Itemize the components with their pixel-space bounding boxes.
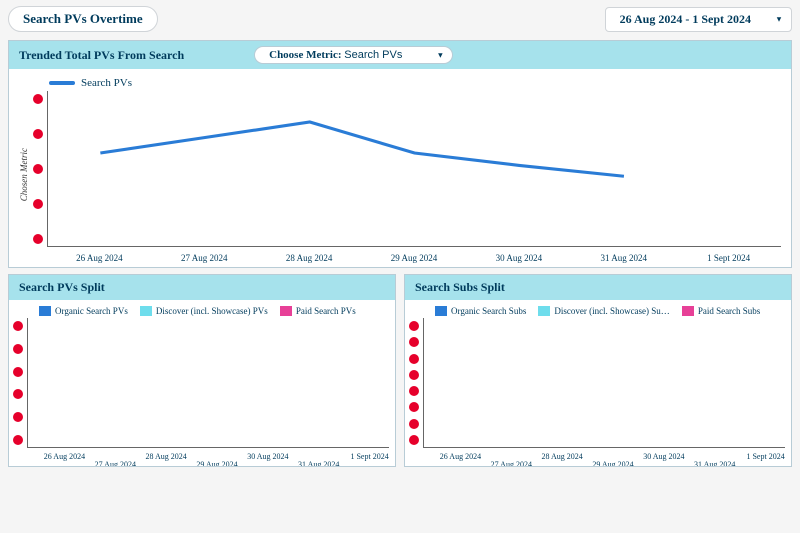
x-tick-label: 1 Sept 2024 [676,253,781,263]
x-tick-label: 1 Sept 2024 [740,452,791,466]
x-tick-label: 28 Aug 2024 [141,452,192,466]
y-tick-dot [13,389,23,399]
y-tick-dot [409,402,419,412]
legend-swatch-blue [49,81,75,85]
legend-label: Discover (incl. Showcase) Su… [554,306,669,316]
stacked-bar-chart [27,318,389,448]
x-axis-ticks: 26 Aug 202427 Aug 202428 Aug 202429 Aug … [47,253,781,263]
legend: Organic Search Subs Discover (incl. Show… [405,300,791,318]
y-axis-ticks [33,91,43,259]
x-tick-label: 30 Aug 2024 [242,452,293,466]
legend-swatch-magenta [280,306,292,316]
y-tick-dot [409,386,419,396]
y-axis-label: Chosen Metric [19,148,29,201]
legend-swatch-cyan [140,306,152,316]
legend: Search PVs [49,77,781,89]
x-tick-label: 1 Sept 2024 [344,452,395,466]
x-tick-label: 31 Aug 2024 [571,253,676,263]
y-axis-ticks [13,318,23,466]
y-tick-dot [33,234,43,244]
panel-title: Search Subs Split [415,280,505,295]
x-tick-label: 30 Aug 2024 [466,253,571,263]
legend-swatch-blue [435,306,447,316]
line-chart [47,91,781,247]
legend-label: Search PVs [81,77,132,89]
y-tick-dot [409,354,419,364]
x-axis-ticks: 26 Aug 202427 Aug 202428 Aug 202429 Aug … [23,452,395,466]
x-tick-label: 26 Aug 2024 [47,253,152,263]
y-tick-dot [13,367,23,377]
x-tick-label: 28 Aug 2024 [257,253,362,263]
panel-search-subs-split: Search Subs Split Organic Search Subs Di… [404,274,792,467]
legend-label: Organic Search PVs [55,306,128,316]
y-tick-dot [409,337,419,347]
stacked-bar-chart [423,318,785,448]
x-tick-label: 30 Aug 2024 [638,452,689,466]
panel-trended-total-pvs: Trended Total PVs From Search Choose Met… [8,40,792,268]
x-tick-label: 31 Aug 2024 [689,460,740,467]
y-tick-dot [33,129,43,139]
x-tick-label: 28 Aug 2024 [537,452,588,466]
y-tick-dot [409,419,419,429]
y-tick-dot [13,344,23,354]
legend-label: Organic Search Subs [451,306,526,316]
x-tick-label: 27 Aug 2024 [152,253,257,263]
legend-swatch-cyan [538,306,550,316]
metric-picker[interactable]: Choose Metric: Search PVs ▾ [254,46,453,64]
x-tick-label: 29 Aug 2024 [588,460,639,467]
metric-picker-label: Choose Metric: [269,49,341,61]
date-range-picker[interactable]: 26 Aug 2024 - 1 Sept 2024 ▾ [605,7,792,32]
chevron-down-icon: ▾ [777,15,781,24]
panel-title: Search PVs Split [19,280,105,295]
x-tick-label: 26 Aug 2024 [435,452,486,466]
legend-label: Paid Search PVs [296,306,356,316]
y-tick-dot [33,164,43,174]
x-tick-label: 26 Aug 2024 [39,452,90,466]
y-tick-dot [409,435,419,445]
panel-search-pvs-split: Search PVs Split Organic Search PVs Disc… [8,274,396,467]
panel-header: Search PVs Split [9,275,395,300]
legend-label: Discover (incl. Showcase) PVs [156,306,268,316]
y-tick-dot [13,321,23,331]
metric-picker-value: Search PVs [344,49,402,61]
x-tick-label: 29 Aug 2024 [362,253,467,263]
legend-swatch-magenta [682,306,694,316]
page-title: Search PVs Overtime [8,6,158,32]
x-tick-label: 31 Aug 2024 [293,460,344,467]
panel-header: Search Subs Split [405,275,791,300]
y-tick-dot [409,321,419,331]
x-tick-label: 27 Aug 2024 [486,460,537,467]
y-tick-dot [13,435,23,445]
y-tick-dot [33,94,43,104]
x-axis-ticks: 26 Aug 202427 Aug 202428 Aug 202429 Aug … [419,452,791,466]
y-tick-dot [409,370,419,380]
x-tick-label: 29 Aug 2024 [192,460,243,467]
chevron-down-icon: ▾ [438,51,442,60]
date-range-label: 26 Aug 2024 - 1 Sept 2024 [620,12,751,26]
legend: Organic Search PVs Discover (incl. Showc… [9,300,395,318]
x-tick-label: 27 Aug 2024 [90,460,141,467]
panel-title: Trended Total PVs From Search [19,48,184,63]
y-tick-dot [13,412,23,422]
legend-label: Paid Search Subs [698,306,761,316]
panel-header: Trended Total PVs From Search Choose Met… [9,41,791,69]
legend-swatch-blue [39,306,51,316]
y-tick-dot [33,199,43,209]
y-axis-ticks [409,318,419,466]
